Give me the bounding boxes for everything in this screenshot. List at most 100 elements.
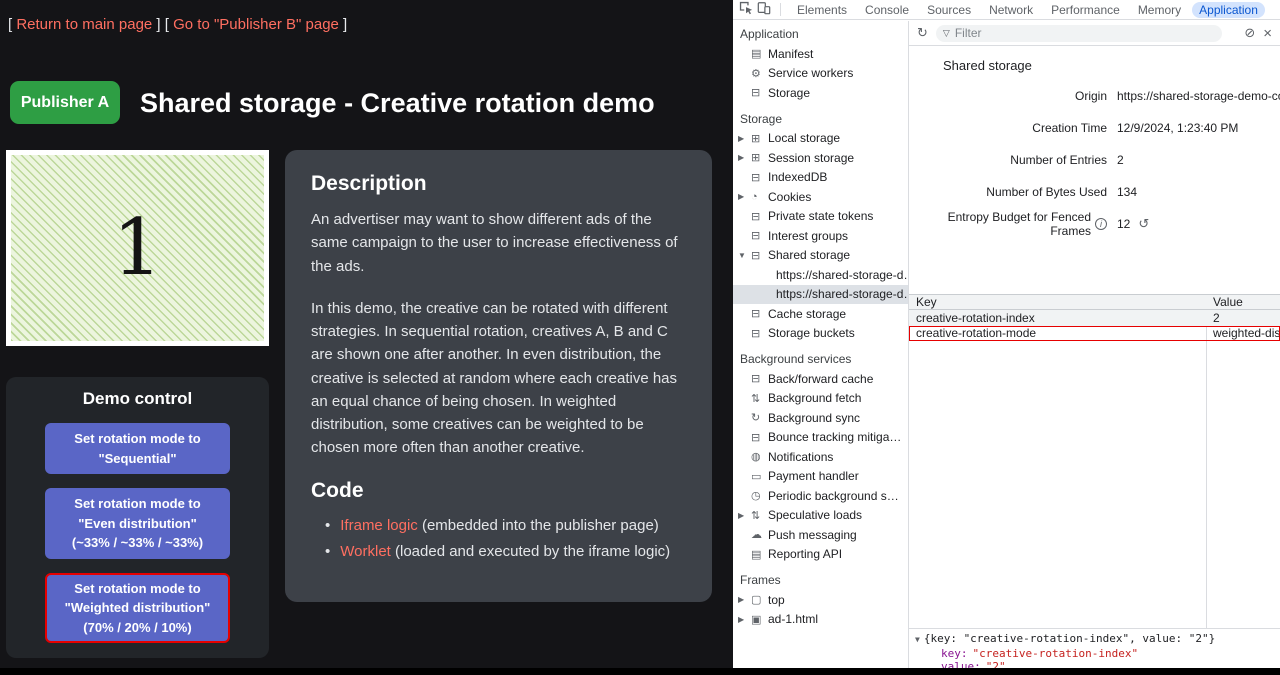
sidebar-item-local-storage[interactable]: Local storage [733,129,908,149]
filter-input[interactable] [955,26,1216,40]
sidebar-section-application: Application Manifest Service workers Sto… [733,21,908,103]
rotation-mode-weighted-button[interactable]: Set rotation mode to "Weighted distribut… [45,573,230,644]
manifest-icon [751,47,768,60]
sync-icon [751,411,768,424]
filter-funnel-icon [943,28,950,39]
preview-summary-line: {key: "creative-rotation-index", value: … [915,632,1280,647]
sidebar-item-cookies[interactable]: Cookies [733,187,908,207]
cell-key: creative-rotation-mode [909,326,1206,340]
sidebar-item-bounce-tracking[interactable]: Bounce tracking mitiga… [733,428,908,448]
section-title: Background services [733,343,908,369]
chevron-right-icon[interactable] [738,192,751,201]
field-label: Number of Entries [1010,153,1107,167]
sidebar-item-background-fetch[interactable]: Background fetch [733,389,908,409]
metadata-fields: Origin https://shared-storage-demo-co Cr… [909,80,1280,240]
tab-network[interactable]: Network [982,2,1040,18]
chevron-right-icon[interactable] [738,511,751,520]
key-value-table: Key Value creative-rotation-index 2 crea… [909,294,1280,341]
section-title: Frames [733,564,908,590]
sidebar-item-frame-ad1[interactable]: ad-1.html [733,610,908,630]
chevron-down-icon[interactable] [915,635,920,644]
chevron-right-icon[interactable] [738,595,751,604]
inspect-element-icon[interactable] [739,1,753,18]
sidebar-item-manifest[interactable]: Manifest [733,44,908,64]
field-creation-time: Creation Time 12/9/2024, 1:23:40 PM [909,112,1280,144]
chevron-right-icon[interactable] [738,153,751,162]
rotation-mode-even-button[interactable]: Set rotation mode to "Even distribution"… [45,488,230,559]
reset-budget-icon[interactable] [1138,216,1149,232]
bracket: ] [339,16,347,33]
sidebar-item-notifications[interactable]: Notifications [733,447,908,467]
database-icon [751,171,768,184]
field-entropy-budget: Entropy Budget for Fenced Frames 12 [909,208,1280,240]
iframe-logic-link[interactable]: Iframe logic [340,517,418,534]
panel-content: Shared storage Origin https://shared-sto… [909,47,1280,675]
cloud-icon [751,528,768,541]
section-title: Application [733,21,908,44]
sidebar-item-speculative-loads[interactable]: Speculative loads [733,506,908,526]
chevron-right-icon[interactable] [738,615,751,624]
tab-console[interactable]: Console [858,2,916,18]
sidebar-item-shared-storage-origin-1[interactable]: https://shared-storage-d… [733,265,908,285]
info-icon[interactable] [1095,218,1107,230]
sidebar-item-back-forward-cache[interactable]: Back/forward cache [733,369,908,389]
database-icon [751,307,768,320]
sidebar-item-shared-storage-origin-2[interactable]: https://shared-storage-d… [733,285,908,305]
sidebar-item-storage-buckets[interactable]: Storage buckets [733,324,908,344]
table-header: Key Value [909,294,1280,310]
field-origin: Origin https://shared-storage-demo-co [909,80,1280,112]
sidebar-item-session-storage[interactable]: Session storage [733,148,908,168]
sidebar-item-push-messaging[interactable]: Push messaging [733,525,908,545]
sidebar-section-storage: Storage Local storage Session storage In… [733,103,908,344]
refresh-icon[interactable] [917,25,928,41]
tab-application[interactable]: Application [1192,2,1265,18]
return-main-page-link[interactable]: Return to main page [16,16,152,33]
sidebar-item-indexeddb[interactable]: IndexedDB [733,168,908,188]
worklet-link[interactable]: Worklet [340,543,391,560]
rotation-mode-sequential-button[interactable]: Set rotation mode to "Sequential" [45,423,230,474]
application-sidebar: Application Manifest Service workers Sto… [733,21,909,675]
sidebar-item-shared-storage[interactable]: Shared storage [733,246,908,266]
sidebar-item-background-sync[interactable]: Background sync [733,408,908,428]
sidebar-item-periodic-background-sync[interactable]: Periodic background s… [733,486,908,506]
preview-property: key:"creative-rotation-index" [915,647,1280,661]
publisher-b-link[interactable]: Go to "Publisher B" page [173,16,339,33]
screen-edge [0,668,1280,675]
database-icon [751,249,768,262]
sidebar-item-reporting-api[interactable]: Reporting API [733,545,908,565]
chevron-down-icon[interactable] [738,251,751,260]
sidebar-item-storage[interactable]: Storage [733,83,908,103]
sidebar-item-interest-groups[interactable]: Interest groups [733,226,908,246]
column-header-value[interactable]: Value [1206,295,1280,309]
code-item-text: (loaded and executed by the iframe logic… [391,543,670,560]
bracket: ] [152,16,160,33]
description-paragraph: In this demo, the creative can be rotate… [311,297,686,460]
tab-elements[interactable]: Elements [790,2,854,18]
sidebar-item-frame-top[interactable]: top [733,590,908,610]
sidebar-item-cache-storage[interactable]: Cache storage [733,304,908,324]
tab-sources[interactable]: Sources [920,2,978,18]
delete-selected-icon[interactable] [1263,25,1272,42]
column-header-key[interactable]: Key [909,295,1206,309]
sidebar-item-service-workers[interactable]: Service workers [733,64,908,84]
column-divider[interactable] [1206,294,1207,629]
sidebar-item-payment-handler[interactable]: Payment handler [733,467,908,487]
chevron-right-icon[interactable] [738,134,751,143]
cookie-icon [751,191,768,203]
field-bytes-used: Number of Bytes Used 134 [909,176,1280,208]
tab-memory[interactable]: Memory [1131,2,1188,18]
field-value: 2 [1117,153,1124,167]
cell-value: weighted-dist [1206,326,1280,340]
bullet-icon [325,517,340,534]
database-icon [751,210,768,223]
device-toolbar-icon[interactable] [757,1,771,18]
table-row[interactable]: creative-rotation-mode weighted-dist [909,326,1280,342]
service-workers-icon [751,67,768,80]
cell-key: creative-rotation-index [909,311,1206,325]
table-row[interactable]: creative-rotation-index 2 [909,310,1280,326]
storage-icon [751,86,768,99]
delete-all-icon[interactable] [1244,25,1255,41]
tab-performance[interactable]: Performance [1044,2,1127,18]
database-icon [751,431,768,444]
sidebar-item-private-state-tokens[interactable]: Private state tokens [733,207,908,227]
